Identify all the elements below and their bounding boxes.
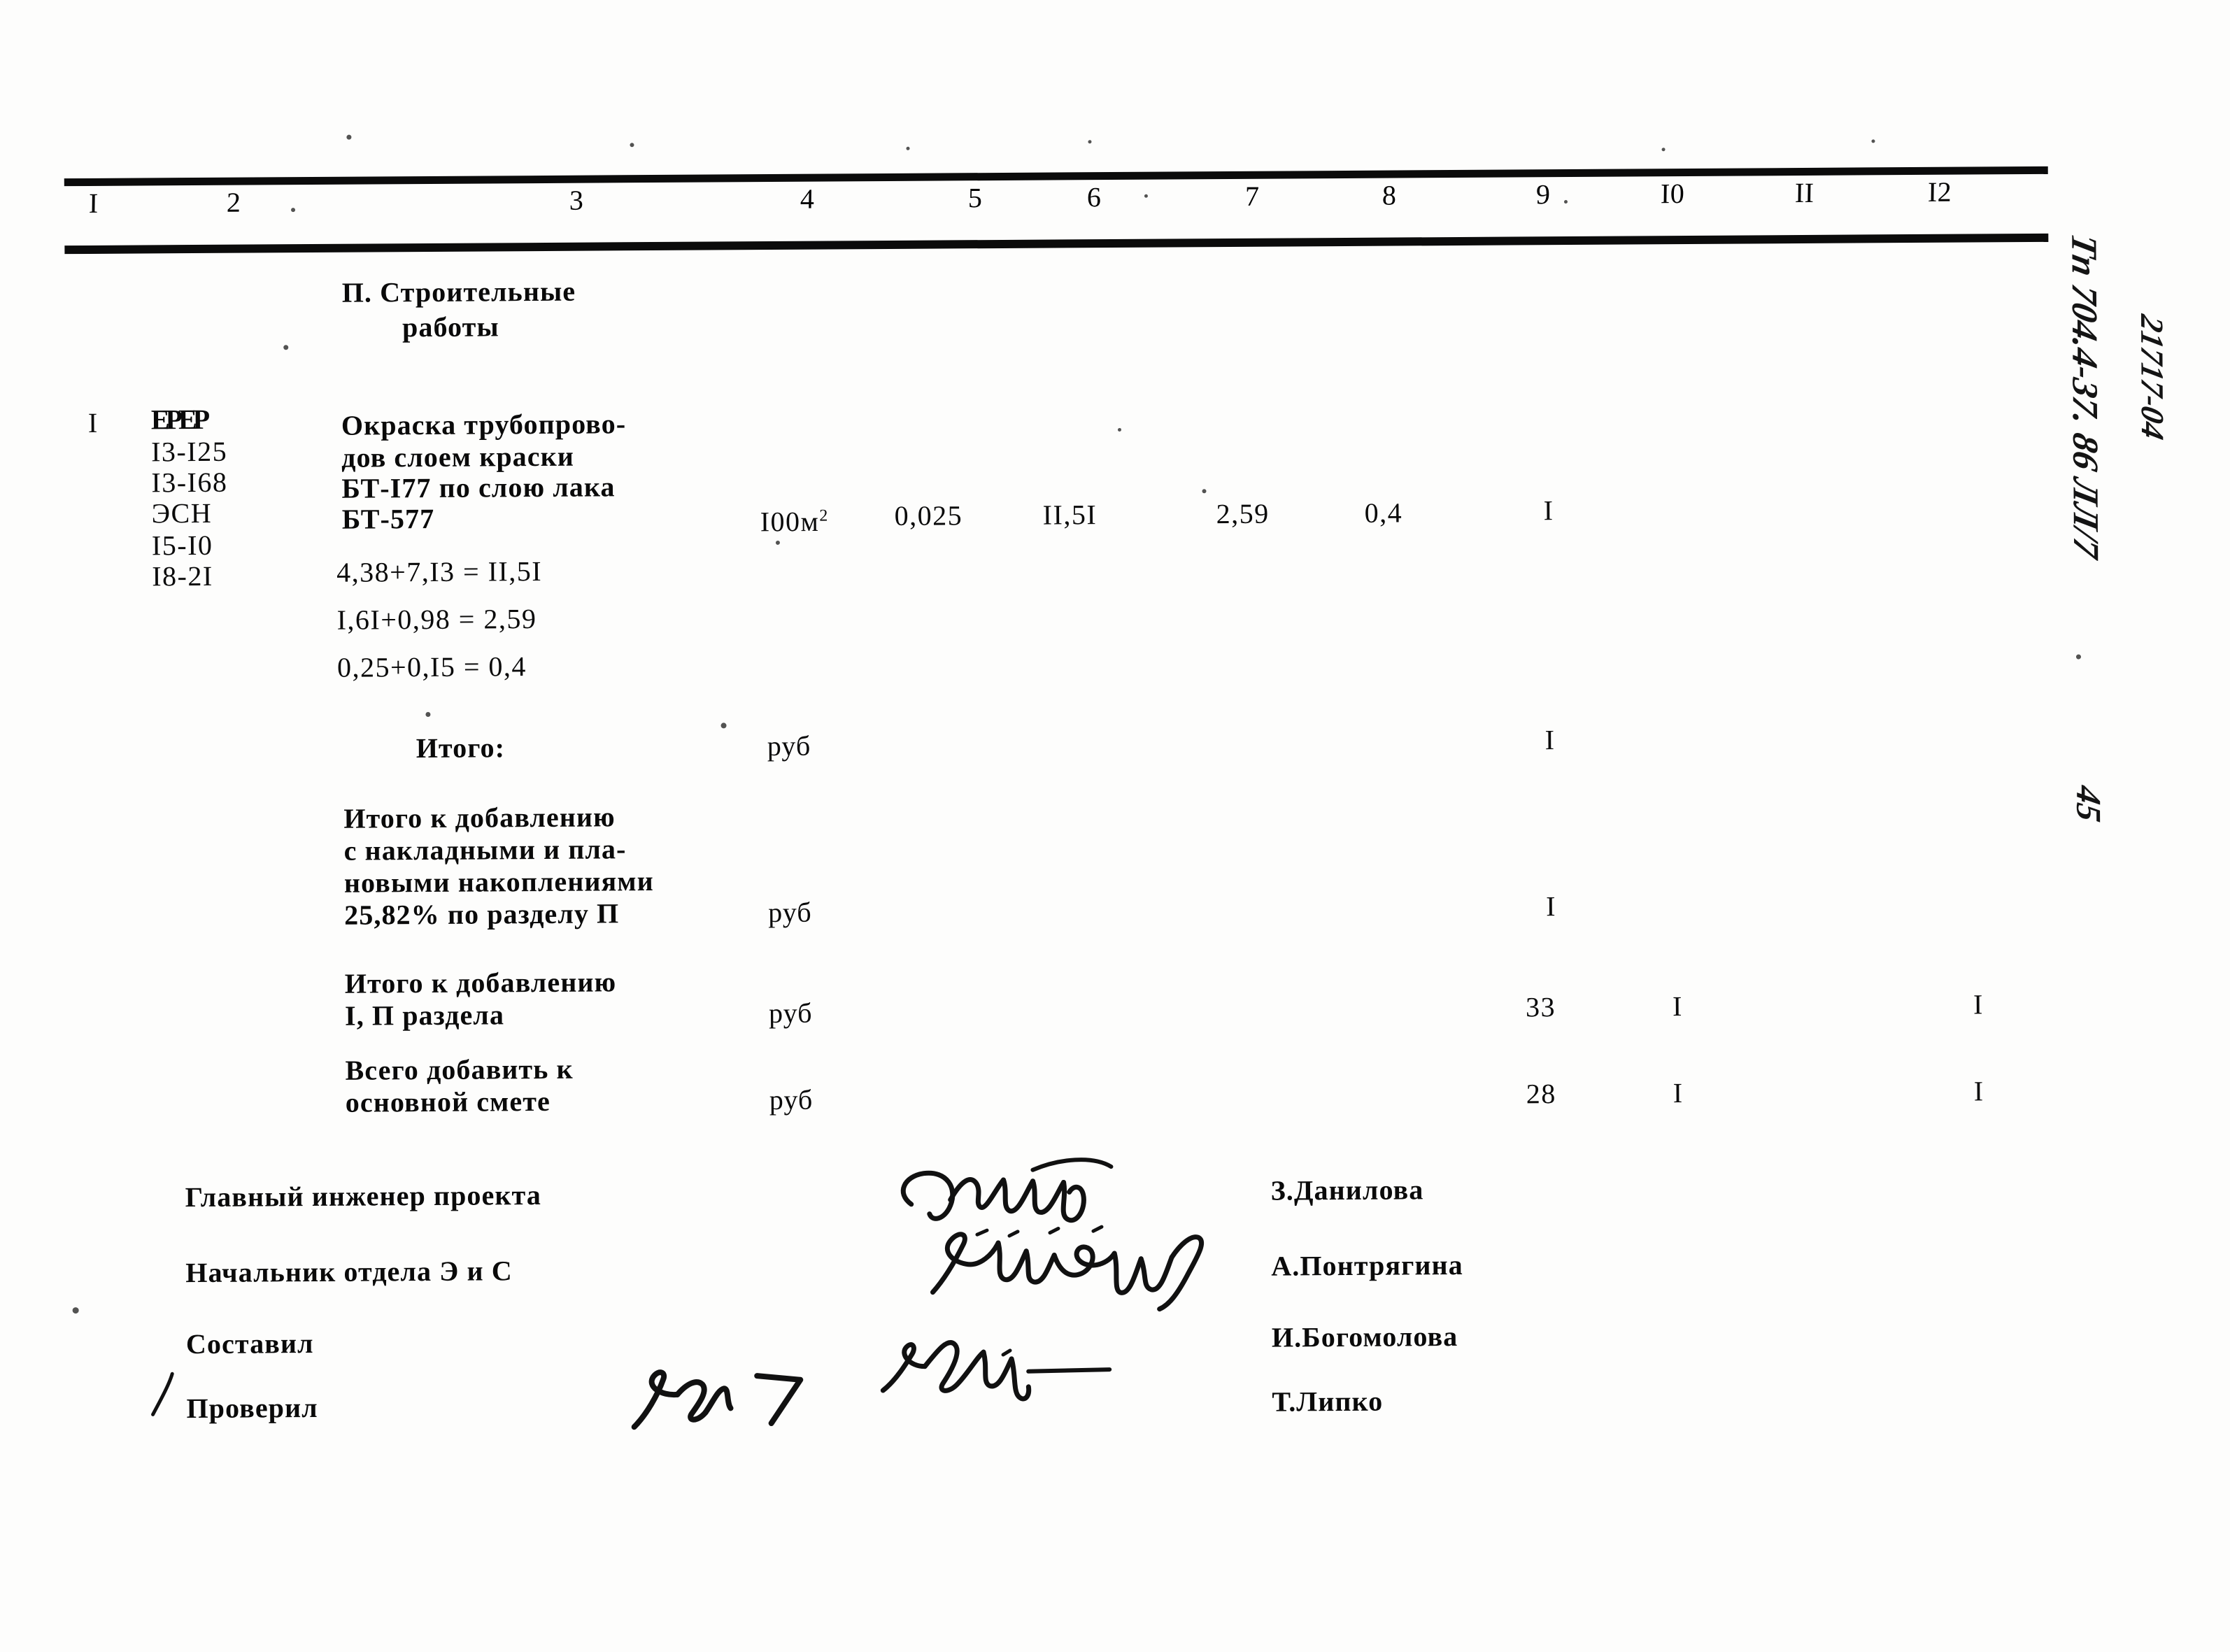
column-number-5: 5	[967, 182, 983, 214]
summary-row-0-label-0: Итого:	[416, 732, 506, 764]
summary-row-0-col9: I	[1544, 724, 1556, 756]
scan-speck	[2075, 654, 2082, 660]
summary-row-3-label-1: основной смете	[345, 1085, 551, 1118]
work-row-unit: I00м2	[760, 505, 828, 538]
scan-speck	[425, 711, 431, 718]
summary-row-3-col9: 28	[1526, 1078, 1556, 1110]
summary-row-1-col9: I	[1546, 890, 1557, 923]
signature-role-1: Начальник отдела Э и С	[185, 1255, 513, 1289]
summary-row-3-label-0: Всего добавить к	[345, 1053, 574, 1086]
signature-name-0: З.Данилова	[1270, 1174, 1424, 1206]
signature-scribble-pontryagina	[920, 1216, 1298, 1316]
column-number-3: 3	[569, 184, 584, 216]
scan-speck	[1661, 148, 1666, 152]
column-number-6: 6	[1086, 181, 1102, 213]
work-row-quantity: 0,025	[894, 499, 963, 532]
column-number-11: II	[1794, 176, 1814, 209]
scan-speck	[720, 722, 727, 729]
work-row-calc-line-2: 0,25+0,I5 = 0,4	[336, 650, 527, 683]
check-mark-glyph	[141, 1371, 183, 1420]
scan-speck	[1144, 194, 1148, 198]
column-number-9: 9	[1535, 178, 1551, 211]
column-number-4: 4	[800, 183, 815, 215]
scan-speck	[1117, 427, 1121, 432]
signature-name-1: А.Понтрягина	[1271, 1248, 1463, 1282]
column-number-12: I2	[1927, 176, 1952, 208]
summary-row-1-label-2: новыми накоплениями	[343, 865, 654, 899]
summary-row-1-label-0: Итого к добавлению	[343, 801, 616, 834]
column-number-7: 7	[1244, 180, 1260, 212]
signature-name-2: И.Богомолова	[1271, 1320, 1458, 1353]
work-row-col6: 2,59	[1216, 497, 1270, 530]
scan-speck	[906, 146, 910, 150]
work-row-description-line-0: Окраска трубопрово-	[341, 408, 627, 441]
work-row-number: I	[87, 406, 99, 439]
scan-speck	[1088, 140, 1092, 144]
column-number-8: 8	[1382, 179, 1397, 211]
signature-role-0: Главный инженер проекта	[185, 1179, 542, 1213]
summary-row-1-unit: руб	[768, 896, 812, 929]
work-row-code-4: I5-I0	[151, 529, 213, 562]
scan-speck	[1202, 489, 1207, 494]
scan-speck	[1563, 200, 1568, 204]
scan-speck	[775, 540, 780, 545]
work-row-col9: I	[1543, 494, 1554, 527]
work-row-description-line-1: дов слоем краски	[341, 440, 575, 473]
summary-row-1-label-1: с накладными и пла-	[343, 833, 627, 867]
scan-speck	[346, 134, 352, 140]
table-bottom-rule	[64, 233, 2049, 255]
work-row-code-0: ЕРЕР	[150, 403, 206, 436]
column-number-1: I	[88, 187, 99, 219]
signature-name-3: Т.Липко	[1272, 1385, 1384, 1418]
work-row-col5: II,5I	[1042, 499, 1098, 531]
margin-page-number: 45	[2069, 783, 2109, 825]
signature-scribble-bogomolova	[879, 1329, 1173, 1408]
summary-row-2-col10: I	[1672, 990, 1683, 1023]
work-row-code-1: I3-I25	[151, 435, 228, 468]
summary-row-0-unit: руб	[767, 729, 811, 762]
margin-archive-code: Тп 704.4-37. 86 ЛЛ/7	[2064, 230, 2106, 562]
unit-exponent: 2	[819, 506, 828, 525]
column-number-2: 2	[226, 186, 241, 218]
work-row-calc-line-1: I,6I+0,98 = 2,59	[336, 603, 537, 636]
scan-speck	[1871, 139, 1875, 143]
signature-role-3: Проверил	[186, 1391, 318, 1425]
summary-row-2-label-0: Итого к добавлению	[344, 966, 617, 999]
document-page: I 2 3 4 5 6 7 8 9 I0 II I2 П. Строительн…	[0, 0, 2230, 1652]
scan-speck	[283, 345, 289, 350]
section-heading-line-1: П. Строительные	[341, 275, 576, 308]
work-row-code-5: I8-2I	[152, 560, 213, 592]
scan-speck	[291, 208, 296, 213]
work-row-description-line-2: БТ-I77 по слою лака	[341, 471, 616, 504]
summary-row-2-unit: руб	[768, 997, 813, 1030]
signature-scribble-lipko	[620, 1359, 830, 1437]
summary-row-3-unit: руб	[769, 1083, 814, 1116]
work-row-col7: 0,4	[1364, 497, 1403, 529]
work-row-code-2: I3-I68	[151, 466, 228, 499]
table-top-rule	[64, 166, 2048, 187]
signature-scribble-danilova	[883, 1148, 1247, 1241]
work-row-code-3: ЭСН	[151, 497, 213, 529]
work-row-description-line-3: БТ-577	[341, 502, 435, 535]
scan-speck	[72, 1307, 79, 1314]
summary-row-3-col10: I	[1672, 1077, 1684, 1109]
work-row-calc-line-0: 4,38+7,I3 = II,5I	[336, 555, 543, 588]
summary-row-2-col9: 33	[1525, 991, 1556, 1023]
summary-row-2-label-1: I, П раздела	[344, 999, 505, 1032]
summary-row-1-label-3: 25,82% по разделу П	[344, 897, 620, 931]
section-heading-line-2: работы	[402, 311, 499, 343]
scan-speck	[630, 143, 634, 148]
signature-role-2: Составил	[185, 1327, 314, 1360]
summary-row-2-col12: I	[1973, 988, 1984, 1020]
summary-row-3-col12: I	[1973, 1075, 1984, 1107]
column-number-10: I0	[1660, 178, 1685, 210]
margin-stamp-number: 21717-04	[2133, 312, 2171, 443]
